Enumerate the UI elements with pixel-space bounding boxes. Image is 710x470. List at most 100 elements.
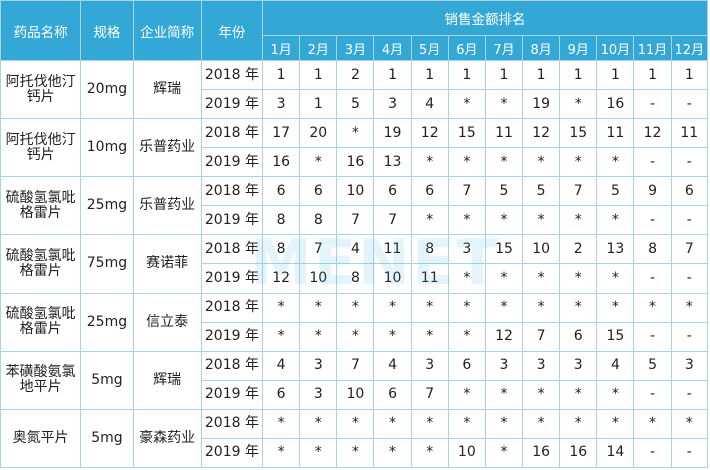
sales-rank-table: 药品名称 规格 企业简称 年份 销售金额排名 1月 2月 3月 4月 5月 6月… <box>0 0 709 469</box>
rank-cell: 5 <box>522 176 561 207</box>
rank-cell: 1 <box>522 59 561 91</box>
rank-cell: 7 <box>336 205 375 236</box>
rank-cell: * <box>262 408 301 439</box>
header-month: 3月 <box>336 35 375 61</box>
year-cell: 2019 年 <box>200 321 264 352</box>
rank-cell: 1 <box>410 59 449 91</box>
rank-cell: 6 <box>447 350 486 381</box>
rank-cell: 1 <box>670 59 709 91</box>
rank-cell: 3 <box>447 234 486 265</box>
rank-cell: * <box>522 379 561 410</box>
rank-cell: - <box>670 147 709 178</box>
rank-cell: * <box>336 437 375 469</box>
rank-cell: * <box>633 408 672 439</box>
rank-cell: 1 <box>633 59 672 91</box>
rank-cell: 11 <box>484 118 524 149</box>
rank-cell: 3 <box>670 350 709 381</box>
rank-cell: * <box>559 147 598 178</box>
rank-cell: 8 <box>262 234 301 265</box>
year-cell: 2018 年 <box>200 176 264 207</box>
rank-cell: 5 <box>633 350 672 381</box>
rank-cell: * <box>484 147 524 178</box>
year-cell: 2018 年 <box>200 234 264 265</box>
rank-cell: 5 <box>336 89 375 120</box>
rank-cell: 11 <box>596 118 635 149</box>
rank-cell: 10 <box>336 176 375 207</box>
rank-cell: 1 <box>596 59 635 91</box>
header-drug-name: 药品名称 <box>0 0 82 61</box>
rank-cell: * <box>410 147 449 178</box>
header-month: 5月 <box>410 35 449 61</box>
rank-cell: 12 <box>522 118 561 149</box>
drug-name-cell: 阿托伐他汀钙片 <box>0 118 82 178</box>
rank-cell: 6 <box>670 176 709 207</box>
rank-cell: - <box>670 205 709 236</box>
rank-cell: * <box>522 292 561 323</box>
rank-cell: 6 <box>373 379 412 410</box>
company-cell: 乐普药业 <box>132 118 202 178</box>
rank-cell: * <box>336 118 375 149</box>
rank-cell: 10 <box>373 263 412 294</box>
rank-cell: 16 <box>596 89 635 120</box>
rank-cell: 14 <box>596 437 635 469</box>
rank-cell: 10 <box>447 437 486 469</box>
rank-cell: 8 <box>336 263 375 294</box>
year-cell: 2019 年 <box>200 379 264 410</box>
rank-cell: * <box>262 292 301 323</box>
rank-cell: 12 <box>262 263 301 294</box>
table-row: 苯磺酸氨氯地平片 5mg 辉瑞 2018 年437436333453 <box>0 350 709 410</box>
rank-cell: * <box>336 408 375 439</box>
header-spec: 规格 <box>80 0 134 61</box>
rank-cell: 7 <box>522 321 561 352</box>
spec-cell: 10mg <box>80 118 134 178</box>
rank-cell: * <box>447 408 486 439</box>
rank-cell: - <box>633 321 672 352</box>
rank-cell: * <box>410 437 449 469</box>
rank-cell: 6 <box>262 379 301 410</box>
rank-cell: * <box>262 321 301 352</box>
header-sales-rank: 销售金额排名 <box>262 0 708 36</box>
rank-cell: * <box>484 408 524 439</box>
rank-cell: 5 <box>484 176 524 207</box>
rank-cell: 2 <box>559 234 598 265</box>
company-cell: 辉瑞 <box>132 350 202 410</box>
rank-cell: 7 <box>670 234 709 265</box>
rank-cell: 7 <box>299 234 338 265</box>
rank-cell: * <box>559 263 598 294</box>
rank-cell: * <box>559 408 598 439</box>
header-month: 7月 <box>484 35 524 61</box>
year-cell: 2019 年 <box>200 437 264 469</box>
header-month: 10月 <box>596 35 635 61</box>
rank-cell: 1 <box>484 59 524 91</box>
rank-cell: - <box>633 379 672 410</box>
rank-cell: 15 <box>596 321 635 352</box>
rank-cell: * <box>373 408 412 439</box>
rank-cell: 12 <box>410 118 449 149</box>
rank-cell: 20 <box>299 118 338 149</box>
drug-name-cell: 奥氮平片 <box>0 408 82 469</box>
rank-cell: - <box>670 89 709 120</box>
rank-cell: 7 <box>336 350 375 381</box>
rank-cell: 3 <box>299 379 338 410</box>
year-cell: 2018 年 <box>200 118 264 149</box>
rank-cell: 1 <box>299 59 338 91</box>
table-row: 硫酸氢氯吡格雷片 25mg 乐普药业 2018 年 6 6 10 6 6 7 5 5 7 5 9 6 <box>0 176 709 236</box>
rank-cell: 4 <box>410 89 449 120</box>
rank-cell: * <box>596 205 635 236</box>
rank-cell: - <box>670 437 709 469</box>
rank-cell: * <box>336 292 375 323</box>
rank-cell: 3 <box>299 350 338 381</box>
table-row: 硫酸氢氯吡格雷片 25mg 信立泰 2018 年 * * * * * * * * * * * * <box>0 292 709 352</box>
rank-cell: * <box>447 147 486 178</box>
rank-cell: * <box>484 89 524 120</box>
spec-cell: 25mg <box>80 292 134 352</box>
rank-cell: * <box>484 263 524 294</box>
rank-cell: - <box>633 205 672 236</box>
rank-cell: * <box>596 292 635 323</box>
rank-cell: * <box>299 147 338 178</box>
rank-cell: * <box>522 263 561 294</box>
rank-cell: 2 <box>336 59 375 91</box>
rank-cell: * <box>262 437 301 469</box>
spec-cell: 25mg <box>80 176 134 236</box>
rank-cell: 4 <box>373 350 412 381</box>
